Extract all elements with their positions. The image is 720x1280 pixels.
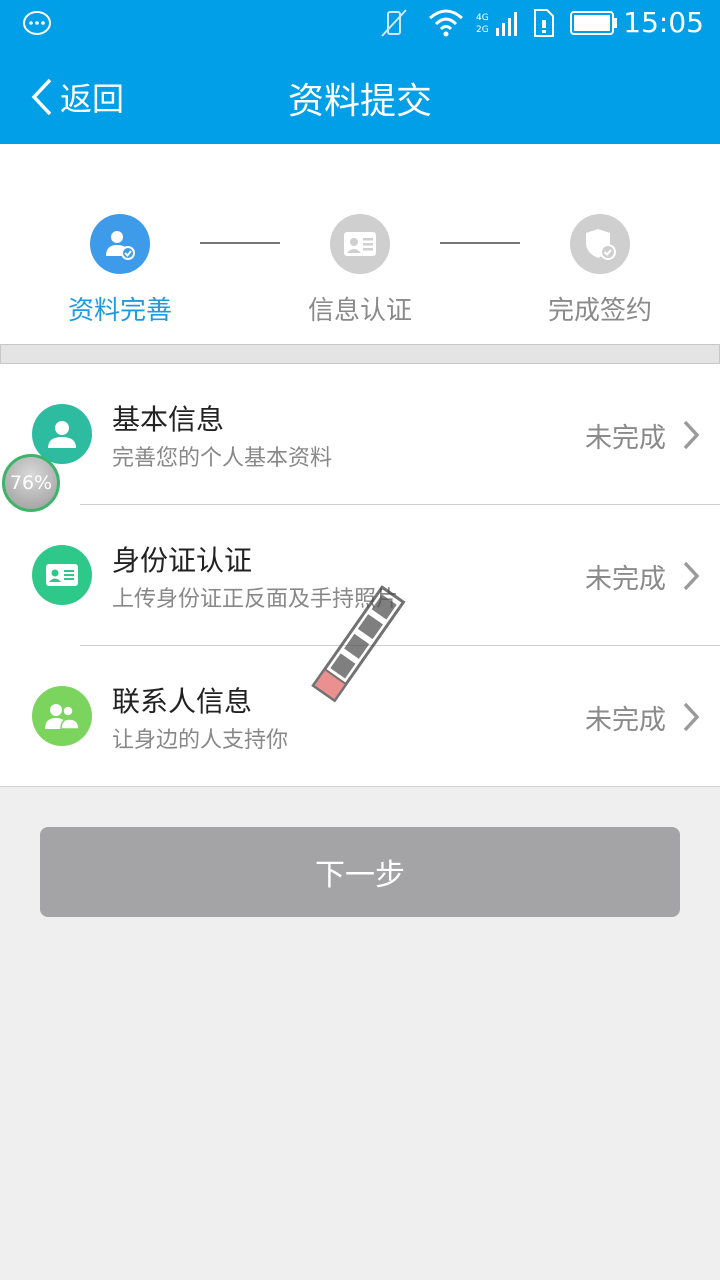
network-type-label: 4G 2G bbox=[476, 13, 489, 35]
contacts-icon bbox=[32, 686, 92, 746]
item-subtitle: 让身边的人支持你 bbox=[112, 728, 289, 753]
status-time: 15:05 bbox=[623, 6, 704, 39]
step-label: 信息认证 bbox=[307, 296, 412, 326]
shield-check-icon bbox=[570, 214, 630, 274]
user-check-icon bbox=[90, 214, 150, 274]
signal-icon bbox=[496, 12, 517, 36]
navigation-bar: 返回 资料提交 bbox=[0, 48, 720, 144]
battery-icon bbox=[570, 11, 617, 35]
wifi-icon bbox=[429, 9, 463, 37]
id-card-icon bbox=[32, 545, 92, 605]
sim-card-icon bbox=[534, 9, 554, 37]
mute-vibrate-icon bbox=[381, 9, 407, 37]
step-label: 完成签约 bbox=[547, 296, 652, 326]
item-title: 身份证认证 bbox=[112, 544, 253, 577]
list-item-basic-info[interactable]: 基本信息 完善您的个人基本资料 未完成 bbox=[0, 364, 720, 504]
step-label: 资料完善 bbox=[67, 296, 172, 326]
section-divider bbox=[0, 344, 720, 364]
step-sign: 完成签约 bbox=[500, 214, 700, 327]
item-subtitle: 完善您的个人基本资料 bbox=[112, 446, 333, 471]
item-title: 基本信息 bbox=[112, 403, 225, 436]
step-profile: 资料完善 bbox=[20, 214, 220, 327]
progress-steps: 资料完善 信息认证 完成签约 bbox=[0, 144, 720, 344]
watermark-logo bbox=[311, 585, 406, 703]
status-label: 未完成 bbox=[585, 423, 666, 454]
step-verify: 信息认证 bbox=[260, 214, 460, 327]
chevron-right-icon bbox=[683, 420, 700, 450]
floating-progress-bubble[interactable]: 76% bbox=[2, 454, 60, 512]
next-step-button[interactable]: 下一步 bbox=[40, 827, 680, 917]
status-bar: 4G 2G 15:05 bbox=[0, 0, 720, 48]
status-label: 未完成 bbox=[585, 564, 666, 595]
status-label: 未完成 bbox=[585, 705, 666, 736]
chevron-right-icon bbox=[683, 561, 700, 591]
item-title: 联系人信息 bbox=[112, 685, 253, 718]
progress-text: 76% bbox=[9, 472, 53, 494]
chat-bubble-icon bbox=[23, 11, 51, 35]
id-card-icon bbox=[330, 214, 390, 274]
chevron-right-icon bbox=[683, 702, 700, 732]
page-title: 资料提交 bbox=[287, 81, 432, 122]
